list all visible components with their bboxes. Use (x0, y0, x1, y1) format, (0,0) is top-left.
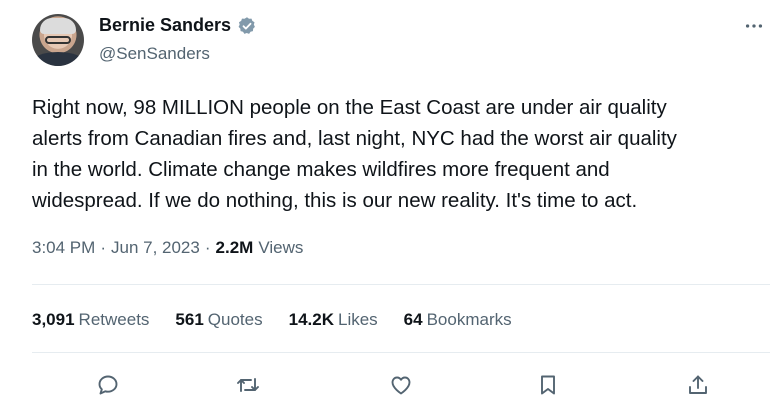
views-count[interactable]: 2.2M (216, 238, 254, 258)
retweet-button[interactable] (233, 370, 263, 400)
bookmarks-label: Bookmarks (426, 310, 512, 329)
author-display-name[interactable]: Bernie Sanders (99, 15, 231, 36)
retweet-icon (237, 378, 259, 392)
reply-button[interactable] (93, 370, 123, 400)
like-icon (391, 376, 411, 395)
avatar-glasses (45, 36, 71, 44)
tweet-time[interactable]: 3:04 PM (32, 238, 95, 258)
retweets-stat[interactable]: 3,091 Retweets (32, 310, 149, 330)
bookmarks-stat[interactable]: 64 Bookmarks (404, 310, 512, 330)
bookmark-button[interactable] (533, 370, 563, 400)
author-name-row: Bernie Sanders (99, 15, 257, 36)
views-label[interactable]: Views (258, 238, 303, 258)
avatar-suit (32, 52, 84, 66)
meta-separator: · (100, 238, 106, 257)
reply-icon (98, 375, 118, 395)
avatar-hair (40, 18, 76, 34)
likes-label: Likes (337, 310, 378, 329)
tweet-text: Right now, 98 MILLION people on the East… (32, 96, 677, 212)
retweets-count: 3,091 (32, 310, 75, 329)
divider (32, 352, 770, 353)
divider (32, 284, 770, 285)
share-button[interactable] (683, 370, 713, 400)
likes-stat[interactable]: 14.2K Likes (289, 310, 378, 330)
author-handle[interactable]: @SenSanders (99, 44, 210, 64)
retweets-label: Retweets (78, 310, 150, 329)
meta-separator: · (204, 238, 211, 257)
quotes-label: Quotes (207, 310, 263, 329)
action-bar (0, 370, 780, 400)
likes-count: 14.2K (288, 310, 334, 329)
bookmarks-count: 64 (403, 310, 423, 329)
tweet-meta: 3:04 PM · Jun 7, 2023 · 2.2M Views (32, 238, 303, 258)
quotes-stat[interactable]: 561 Quotes (175, 310, 262, 330)
tweet-date[interactable]: Jun 7, 2023 (111, 238, 200, 258)
more-options-icon[interactable] (742, 16, 766, 36)
quotes-count: 561 (175, 310, 204, 329)
engagement-stats: 3,091 Retweets 561 Quotes 14.2K Likes 64 Boo… (32, 310, 538, 330)
bookmark-icon (541, 375, 555, 395)
avatar[interactable] (32, 14, 84, 66)
verified-badge-icon[interactable] (237, 16, 257, 36)
share-icon (689, 375, 707, 394)
like-button[interactable] (386, 370, 416, 400)
